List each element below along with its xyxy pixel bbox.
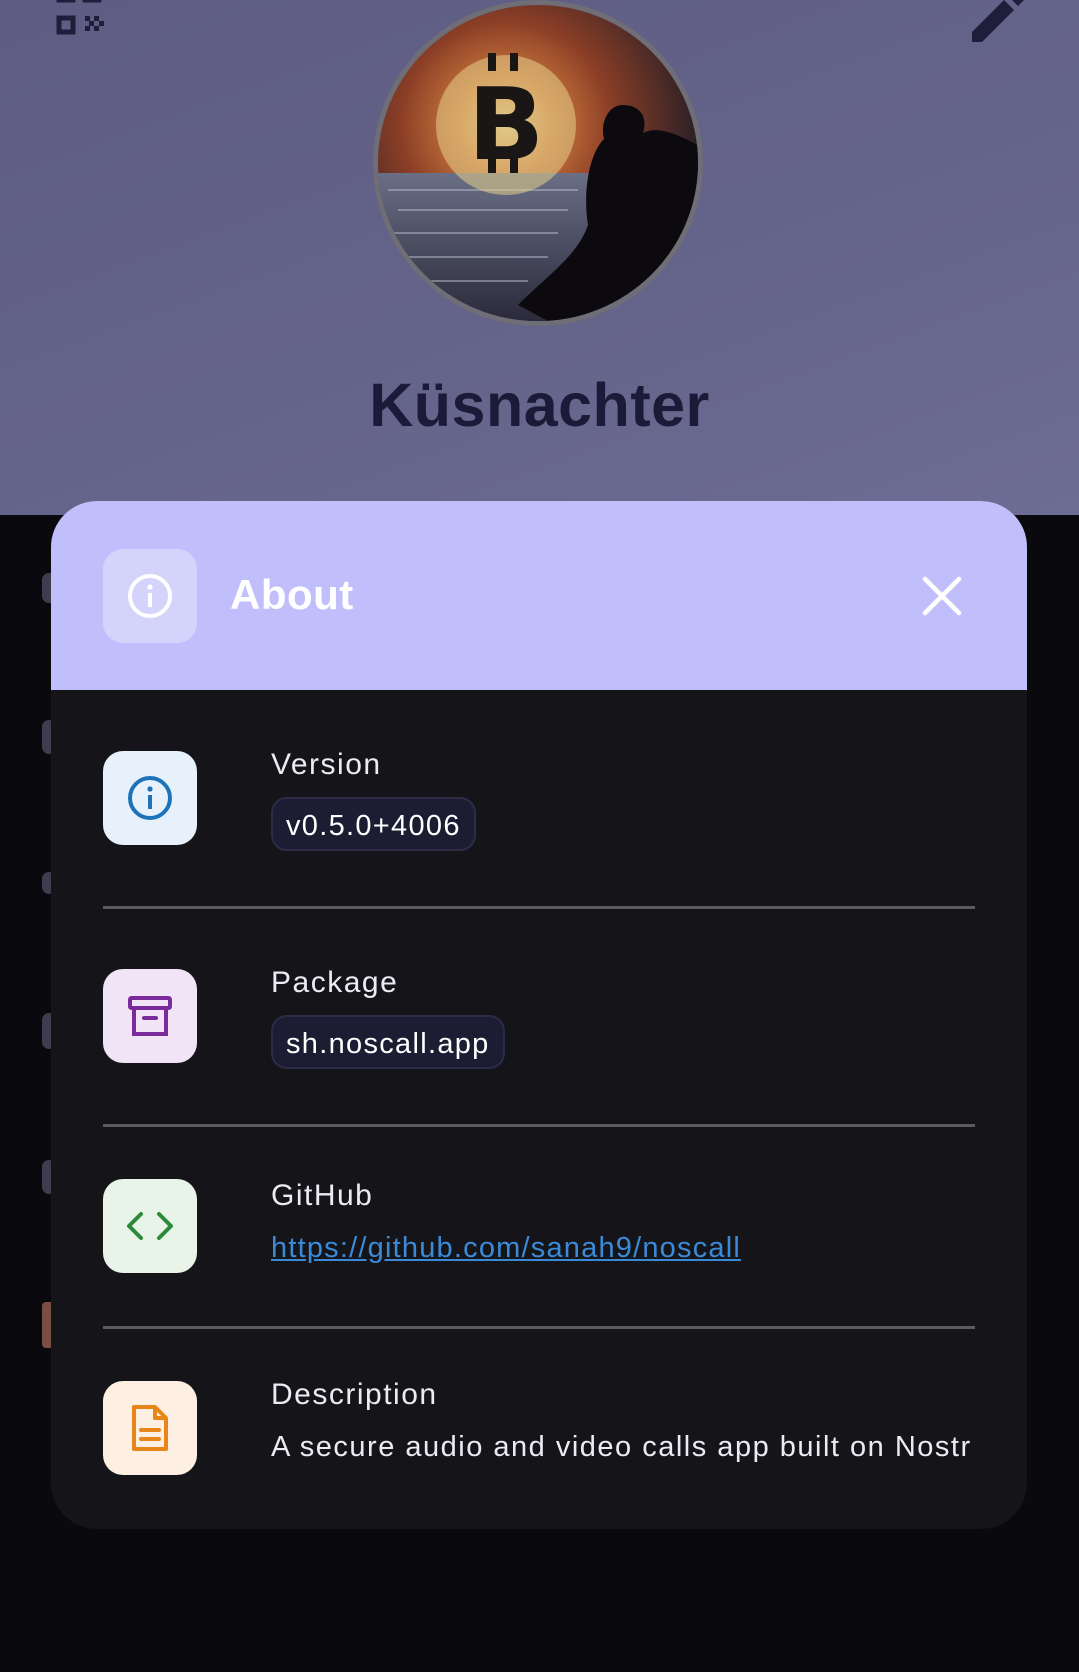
version-value: v0.5.0+4006	[271, 797, 476, 851]
svg-text:B: B	[468, 66, 544, 183]
close-button[interactable]	[915, 569, 969, 623]
qr-code-icon[interactable]	[56, 0, 108, 42]
dialog-title: About	[230, 571, 354, 618]
profile-name: Küsnachter	[369, 371, 710, 439]
divider	[103, 1124, 975, 1127]
package-value: sh.noscall.app	[271, 1015, 505, 1069]
document-icon	[103, 1381, 197, 1475]
header-info-icon	[103, 549, 197, 643]
github-row: GitHub https://github.com/sanah9/noscall	[103, 1179, 975, 1279]
github-link[interactable]: https://github.com/sanah9/noscall	[271, 1232, 741, 1265]
close-icon	[922, 576, 962, 616]
description-label: Description	[271, 1378, 438, 1411]
edit-pencil-icon[interactable]	[968, 0, 1024, 44]
description-value: A secure audio and video calls app built…	[271, 1431, 972, 1463]
code-icon	[103, 1179, 197, 1273]
version-info-icon	[103, 751, 197, 845]
archive-icon	[103, 969, 197, 1063]
profile-avatar[interactable]: B	[373, 0, 703, 326]
about-dialog: About Version v0.5.0+4006 Package sh.nos…	[51, 501, 1027, 1529]
divider	[103, 906, 975, 909]
version-label: Version	[271, 748, 382, 781]
version-row: Version v0.5.0+4006	[103, 748, 975, 861]
dialog-header: About	[51, 501, 1027, 690]
profile-header: B Küsnachter	[0, 0, 1079, 515]
package-row: Package sh.noscall.app	[103, 966, 975, 1079]
github-label: GitHub	[271, 1179, 374, 1212]
divider	[103, 1326, 975, 1329]
package-label: Package	[271, 966, 399, 999]
description-row: Description A secure audio and video cal…	[103, 1378, 975, 1481]
